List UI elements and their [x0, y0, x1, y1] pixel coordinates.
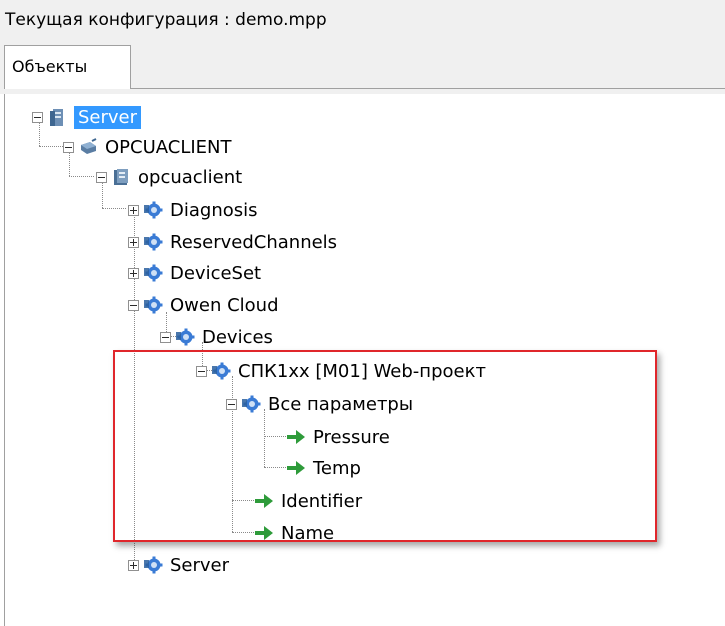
tree-connector	[69, 176, 94, 177]
tree-node-devices[interactable]: Devices	[160, 324, 273, 350]
tree-node-label: Server	[74, 105, 142, 129]
folder-object-icon	[143, 263, 163, 283]
collapse-toggle[interactable]	[96, 171, 107, 183]
network-module-icon	[78, 137, 98, 157]
variable-arrow-icon	[254, 491, 274, 511]
tree-node-pressure[interactable]: Pressure	[286, 424, 390, 450]
collapse-toggle[interactable]	[63, 141, 74, 153]
tree-node-opcuaclient-module[interactable]: OPCUACLIENT	[63, 134, 232, 160]
tree-node-label: Owen Cloud	[170, 294, 279, 316]
tree-node-label: DeviceSet	[170, 262, 262, 284]
tree-connector	[264, 467, 286, 468]
expand-toggle[interactable]	[128, 267, 139, 279]
collapse-toggle[interactable]	[196, 365, 207, 377]
tree-connector	[264, 436, 286, 437]
tree-node-label: Pressure	[313, 426, 390, 448]
tab-objects[interactable]: Объекты	[4, 45, 131, 89]
folder-object-icon	[211, 361, 231, 381]
tab-divider	[131, 88, 725, 89]
expand-toggle[interactable]	[128, 204, 139, 216]
tree-node-reserved-channels[interactable]: ReservedChannels	[128, 229, 337, 255]
folder-object-icon	[241, 394, 261, 414]
tree-node-opcuaclient[interactable]: opcuaclient	[96, 164, 242, 190]
folder-object-icon	[143, 200, 163, 220]
tree-node-label: Identifier	[281, 490, 363, 512]
tree-node-name[interactable]: Name	[254, 520, 334, 546]
title-bar: Текущая конфигурация : demo.mpp	[0, 0, 725, 41]
tree-node-label: СПК1xx [M01] Web-проект	[238, 360, 486, 382]
tree-node-server-child[interactable]: Server	[128, 552, 229, 578]
expand-toggle[interactable]	[128, 236, 139, 248]
variable-arrow-icon	[286, 458, 306, 478]
tree-node-label: Temp	[313, 457, 361, 479]
tree-node-diagnosis[interactable]: Diagnosis	[128, 197, 258, 223]
tree-node-label: Diagnosis	[170, 199, 258, 221]
tab-strip: Объекты	[0, 40, 725, 94]
tree-node-label: Name	[281, 522, 335, 544]
folder-object-icon	[143, 555, 163, 575]
collapse-toggle[interactable]	[160, 331, 171, 343]
tree-node-label: ReservedChannels	[170, 231, 338, 253]
tree-node-label: Server	[170, 554, 230, 576]
tree-connector	[39, 146, 63, 147]
tree-node-label: OPCUACLIENT	[105, 136, 232, 158]
variable-arrow-icon	[286, 427, 306, 447]
window-title: Текущая конфигурация : demo.mpp	[5, 10, 327, 30]
tree-node-all-parameters[interactable]: Все параметры	[226, 391, 413, 417]
tree-node-spk-project[interactable]: СПК1xx [M01] Web-проект	[196, 358, 486, 384]
tree-node-label: opcuaclient	[138, 166, 243, 188]
tab-objects-label: Объекты	[12, 57, 88, 76]
tree-node-deviceset[interactable]: DeviceSet	[128, 260, 261, 286]
folder-object-icon	[175, 327, 195, 347]
expand-toggle[interactable]	[128, 559, 139, 571]
collapse-toggle[interactable]	[128, 299, 139, 311]
tree-node-label: Все параметры	[268, 393, 414, 415]
tree-node-owen-cloud[interactable]: Owen Cloud	[128, 292, 279, 318]
tree-node-identifier[interactable]: Identifier	[254, 488, 362, 514]
folder-object-icon	[143, 232, 163, 252]
collapse-toggle[interactable]	[226, 398, 237, 410]
server-icon	[47, 107, 67, 127]
variable-arrow-icon	[254, 523, 274, 543]
tree-node-label: Devices	[202, 326, 273, 348]
client-icon	[111, 167, 131, 187]
tree-connector	[232, 500, 254, 501]
tree-connector	[102, 208, 126, 209]
folder-object-icon	[143, 295, 163, 315]
tree-connector	[232, 532, 254, 533]
tree-connector	[264, 409, 265, 467]
tree-node-temp[interactable]: Temp	[286, 455, 361, 481]
tree-node-server[interactable]: Server	[32, 104, 142, 130]
collapse-toggle[interactable]	[32, 111, 43, 123]
